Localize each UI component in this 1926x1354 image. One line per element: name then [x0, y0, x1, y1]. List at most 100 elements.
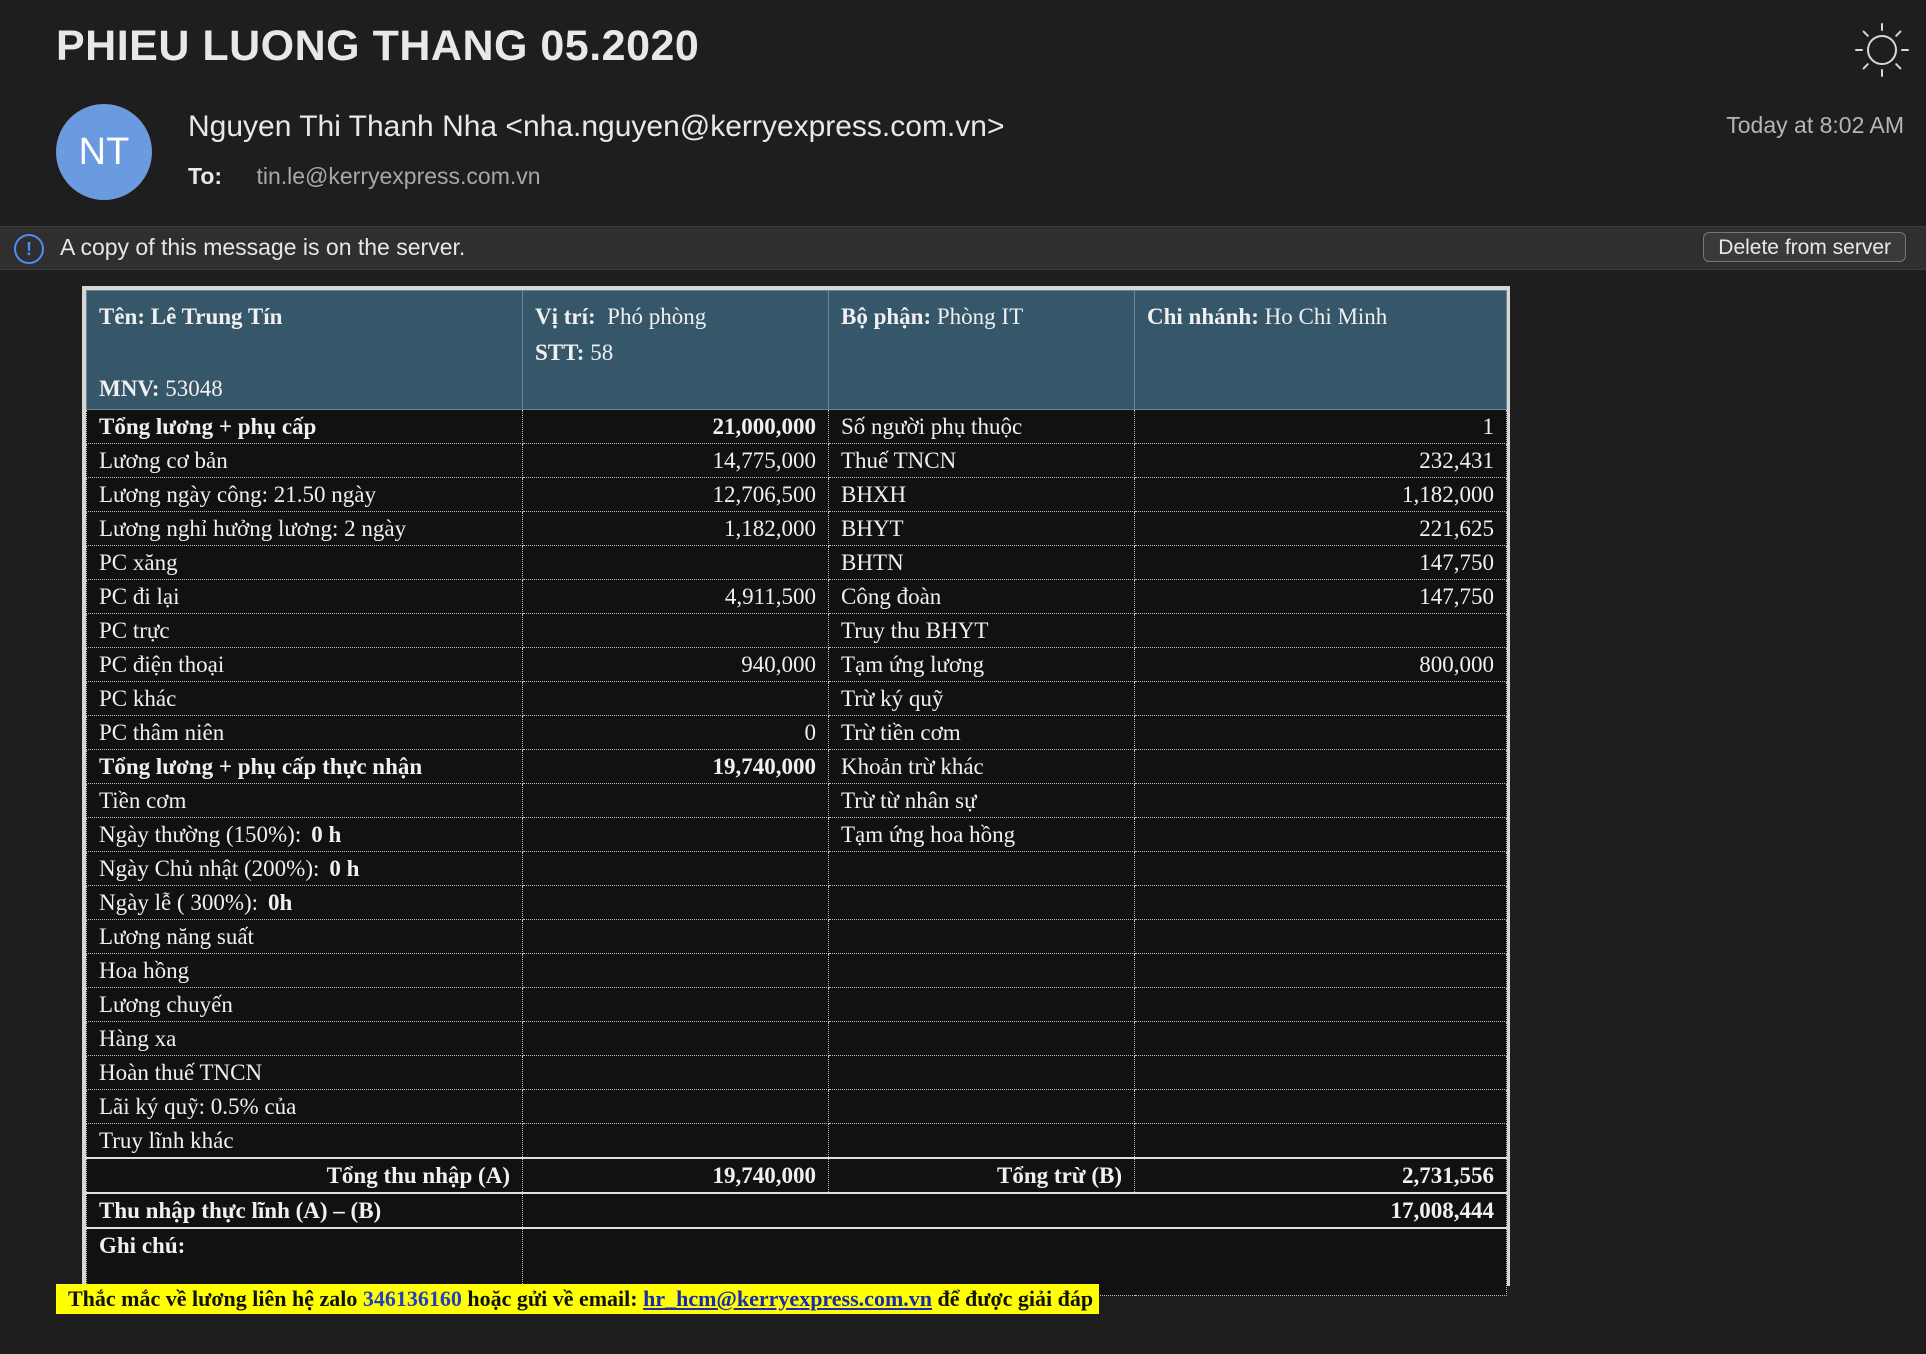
deduction-value	[1134, 953, 1507, 988]
earning-value: 940,000	[522, 647, 829, 682]
payslip-row: Lương nghỉ hưởng lương: 2 ngày 1,182,000 B…	[86, 511, 1507, 546]
earning-value	[522, 1055, 829, 1090]
earning-value: 19,740,000	[522, 749, 829, 784]
total-deduction-value: 2,731,556	[1134, 1157, 1507, 1194]
overtime-hours: 0 h	[311, 821, 342, 847]
employee-cell: Tên: Lê Trung Tín MNV: 53048	[86, 290, 523, 410]
deduction-value	[1134, 885, 1507, 920]
recipient-row: To: tin.le@kerryexpress.com.vn	[188, 163, 541, 190]
earning-label: PC thâm niên	[86, 715, 523, 750]
deduction-label: Trừ từ nhân sự	[828, 783, 1135, 818]
payslip-row: Tiền cơm Trừ từ nhân sự	[86, 783, 1507, 818]
deduction-label	[828, 1123, 1135, 1159]
earning-label: Truy lĩnh khác	[86, 1123, 523, 1159]
deduction-label	[828, 885, 1135, 920]
deduction-value	[1134, 613, 1507, 648]
deduction-value: 800,000	[1134, 647, 1507, 682]
overtime-hours: 0h	[268, 889, 293, 915]
payslip-row: PC điện thoại 940,000 Tạm ứng lương 800,000	[86, 647, 1507, 682]
earning-label: Tổng lương + phụ cấp thực nhận	[86, 749, 523, 784]
deduction-value: 1,182,000	[1134, 477, 1507, 512]
deduction-value	[1134, 681, 1507, 716]
earning-value	[522, 1089, 829, 1124]
sender[interactable]: Nguyen Thi Thanh Nha <nha.nguyen@kerryex…	[188, 110, 1004, 144]
earning-label: Ngày lễ ( 300%): 0h	[86, 885, 523, 920]
earning-label: Lương chuyến	[86, 987, 523, 1022]
contact-footer: Thắc mắc về lương liên hệ zalo 346136160…	[56, 1284, 1100, 1314]
earning-label: PC trực	[86, 613, 523, 648]
payslip-row: Hàng xa	[86, 1021, 1507, 1056]
payslip-row: Truy lĩnh khác	[86, 1123, 1507, 1159]
deduction-value	[1134, 817, 1507, 852]
earning-label: PC xăng	[86, 545, 523, 580]
deduction-label	[828, 1089, 1135, 1124]
earning-value	[522, 817, 829, 852]
deduction-value	[1134, 1123, 1507, 1159]
deduction-label: BHTN	[828, 545, 1135, 580]
deduction-label: Tạm ứng lương	[828, 647, 1135, 682]
deduction-value	[1134, 1055, 1507, 1090]
deduction-value	[1134, 851, 1507, 886]
position: Phó phòng	[607, 304, 707, 329]
email-date: Today at 8:02 AM	[1726, 112, 1904, 138]
deduction-label: BHYT	[828, 511, 1135, 546]
deduction-label: Thuế TNCN	[828, 443, 1135, 478]
earning-label: Lương nghỉ hưởng lương: 2 ngày	[86, 511, 523, 546]
payslip-row: PC đi lại 4,911,500 Công đoàn 147,750	[86, 579, 1507, 614]
department: Phòng IT	[936, 304, 1024, 329]
recipient-address[interactable]: tin.le@kerryexpress.com.vn	[256, 163, 540, 189]
payslip-row: Lãi ký quỹ: 0.5% của	[86, 1089, 1507, 1124]
deduction-label: Trừ ký quỹ	[828, 681, 1135, 716]
payslip-rows: Tổng lương + phụ cấp 21,000,000 Số người p…	[86, 409, 1507, 1159]
deduction-label: Tạm ứng hoa hồng	[828, 817, 1135, 852]
delete-from-server-button[interactable]: Delete from server	[1703, 232, 1906, 262]
deduction-label: Truy thu BHYT	[828, 613, 1135, 648]
payslip-row: PC trực Truy thu BHYT	[86, 613, 1507, 648]
earning-value: 0	[522, 715, 829, 750]
earning-value: 12,706,500	[522, 477, 829, 512]
net-income-label: Thu nhập thực lĩnh (A) – (B)	[86, 1192, 523, 1229]
deduction-value	[1134, 1089, 1507, 1124]
earning-value	[522, 1123, 829, 1159]
earning-label: Tổng lương + phụ cấp	[86, 409, 523, 444]
zalo-number: 346136160	[362, 1286, 462, 1311]
deduction-label	[828, 1055, 1135, 1090]
deduction-label: BHXH	[828, 477, 1135, 512]
deduction-label	[828, 987, 1135, 1022]
earning-value	[522, 1021, 829, 1056]
payslip-row: Lương chuyến	[86, 987, 1507, 1022]
earning-value	[522, 851, 829, 886]
footer-prefix: Thắc mắc về lương liên hệ zalo	[68, 1286, 363, 1311]
totals-row: Tổng thu nhập (A) 19,740,000 Tổng trừ (B…	[86, 1157, 1507, 1194]
deduction-value	[1134, 987, 1507, 1022]
deduction-value	[1134, 783, 1507, 818]
deduction-label: Khoản trừ khác	[828, 749, 1135, 784]
deduction-value: 221,625	[1134, 511, 1507, 546]
hr-email-link[interactable]: hr_hcm@kerryexpress.com.vn	[643, 1286, 932, 1311]
earning-value	[522, 783, 829, 818]
sun-icon[interactable]	[1854, 22, 1910, 78]
total-income-value: 19,740,000	[522, 1157, 829, 1194]
payslip-row: Tổng lương + phụ cấp 21,000,000 Số người p…	[86, 409, 1507, 444]
deduction-label	[828, 851, 1135, 886]
deduction-value: 1	[1134, 409, 1507, 444]
earning-label: Tiền cơm	[86, 783, 523, 818]
footer-suffix: để được giải đáp	[932, 1286, 1094, 1311]
payslip-row: Lương ngày công: 21.50 ngày 12,706,500 BHX…	[86, 477, 1507, 512]
employee-id: 53048	[165, 376, 223, 401]
payslip-row: Lương năng suất	[86, 919, 1507, 954]
earning-label: Lương ngày công: 21.50 ngày	[86, 477, 523, 512]
net-income-value: 17,008,444	[522, 1192, 1507, 1229]
earning-label: PC điện thoại	[86, 647, 523, 682]
deduction-label	[828, 953, 1135, 988]
earning-label: Hoa hồng	[86, 953, 523, 988]
payslip-table: Tên: Lê Trung Tín MNV: 53048 Vị trí: Phó…	[86, 290, 1507, 1296]
deduction-label: Công đoàn	[828, 579, 1135, 614]
avatar-initials: NT	[78, 130, 130, 173]
avatar[interactable]: NT	[56, 104, 152, 200]
deduction-value: 232,431	[1134, 443, 1507, 478]
earning-value: 1,182,000	[522, 511, 829, 546]
deduction-label: Trừ tiền cơm	[828, 715, 1135, 750]
earning-value	[522, 545, 829, 580]
payslip-row: Hoàn thuế TNCN	[86, 1055, 1507, 1090]
